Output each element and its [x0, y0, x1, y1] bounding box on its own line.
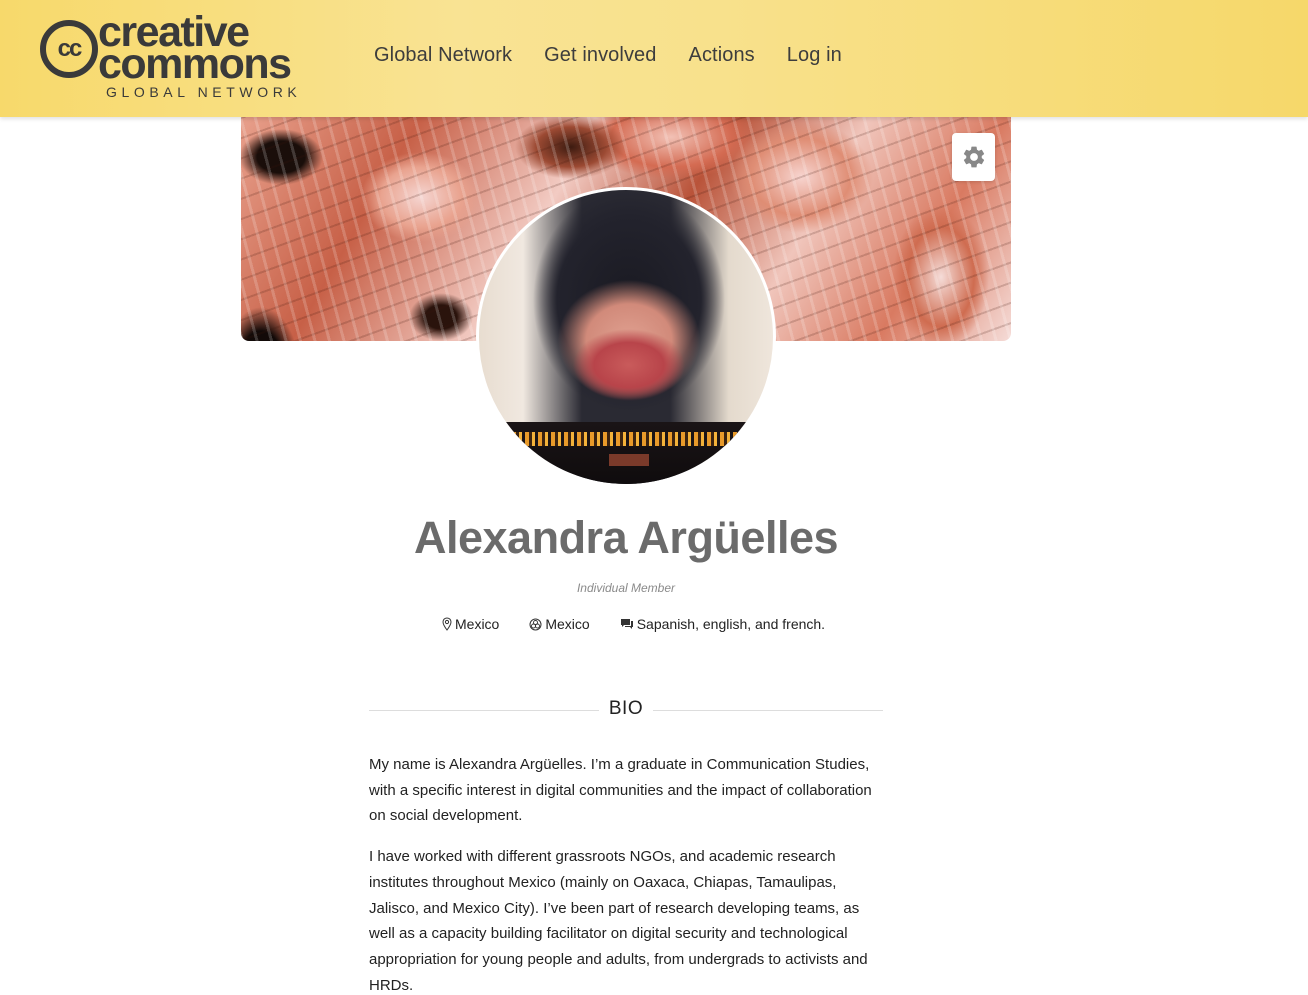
- avatar-photo-detail: [479, 422, 773, 484]
- nav-actions[interactable]: Actions: [689, 44, 755, 67]
- profile-meta: Mexico Mexico Sapanish, english, and fre…: [442, 616, 825, 632]
- profile-avatar: [476, 187, 776, 487]
- creative-commons-logo[interactable]: cc creative commons GLOBAL NETWORK: [40, 11, 320, 104]
- gear-icon: [963, 146, 984, 168]
- profile-name: Alexandra Argüelles: [414, 512, 839, 563]
- bio-paragraph: I have worked with different grassroots …: [369, 848, 868, 994]
- meta-chapter: Mexico: [529, 616, 590, 632]
- meta-languages-text: Sapanish, english, and french.: [636, 616, 826, 632]
- settings-button[interactable]: [952, 133, 995, 181]
- cc-chapter-icon: [529, 618, 542, 630]
- logo-word-commons: commons: [98, 40, 292, 88]
- bio-heading: BIO: [369, 698, 883, 722]
- meta-location: Mexico: [442, 616, 499, 632]
- cc-logo-icon: cc: [40, 20, 98, 78]
- map-pin-icon: [442, 617, 452, 631]
- bio-title: BIO: [608, 698, 644, 719]
- logo-subtitle: GLOBAL NETWORK: [106, 84, 302, 100]
- meta-languages: Sapanish, english, and french.: [620, 616, 825, 632]
- bio-body: My name is Alexandra Argüelles. I’m a gr…: [369, 752, 889, 995]
- bio-paragraph: My name is Alexandra Argüelles. I’m a gr…: [369, 756, 872, 825]
- site-header: cc creative commons GLOBAL NETWORK Globa…: [0, 0, 1308, 117]
- nav-get-involved[interactable]: Get involved: [544, 44, 656, 67]
- speech-bubble-icon: [620, 619, 633, 629]
- divider-line: [653, 710, 883, 711]
- nav-global-network[interactable]: Global Network: [374, 44, 512, 67]
- nav-log-in[interactable]: Log in: [787, 44, 842, 67]
- meta-location-text: Mexico: [455, 616, 500, 632]
- member-type: Individual Member: [576, 581, 676, 595]
- meta-chapter-text: Mexico: [545, 616, 590, 632]
- main-nav: Global Network Get involved Actions Log …: [374, 44, 842, 67]
